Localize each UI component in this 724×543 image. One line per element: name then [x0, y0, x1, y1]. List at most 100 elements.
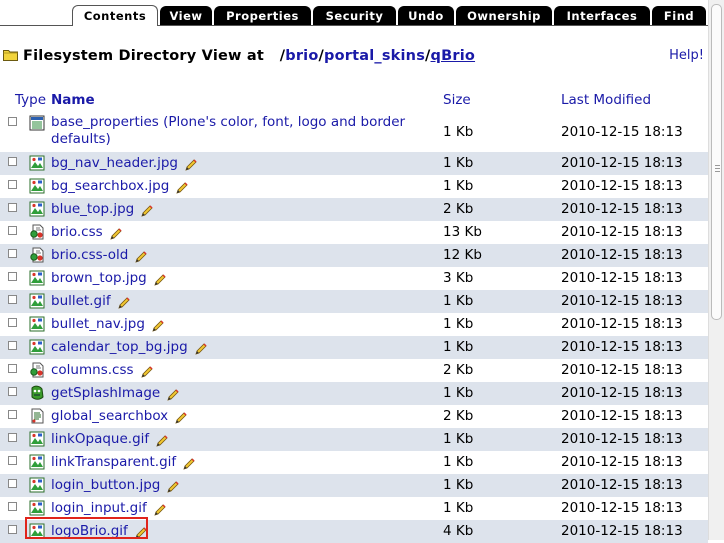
- file-link[interactable]: brio.css-old: [51, 247, 128, 263]
- tab-interfaces[interactable]: Interfaces: [554, 6, 650, 25]
- tab-find[interactable]: Find: [652, 6, 706, 25]
- pencil-icon[interactable]: [156, 435, 168, 447]
- column-type[interactable]: Type: [15, 92, 46, 108]
- file-link[interactable]: bg_nav_header.jpg: [51, 155, 178, 171]
- select-checkbox[interactable]: [8, 479, 17, 488]
- pencil-icon[interactable]: [167, 481, 179, 493]
- file-size: 1 Kb: [443, 500, 474, 516]
- pencil-icon[interactable]: [185, 159, 197, 171]
- table-row: bullet.gif 1 Kb 2010-12-15 18:13: [0, 290, 708, 313]
- tab-undo[interactable]: Undo: [398, 6, 454, 25]
- dtml-icon[interactable]: [29, 247, 45, 263]
- vertical-scrollbar[interactable]: [708, 0, 724, 540]
- pencil-icon[interactable]: [152, 320, 164, 332]
- file-link[interactable]: bg_searchbox.jpg: [51, 178, 169, 194]
- file-link[interactable]: global_searchbox: [51, 408, 168, 424]
- image-icon[interactable]: [29, 431, 45, 447]
- select-checkbox[interactable]: [8, 502, 17, 511]
- file-link[interactable]: linkOpaque.gif: [51, 431, 149, 447]
- pencil-icon[interactable]: [141, 205, 153, 217]
- pencil-icon[interactable]: [167, 389, 179, 401]
- file-link[interactable]: columns.css: [51, 362, 134, 378]
- template-icon[interactable]: [29, 408, 45, 424]
- file-name-cell: brown_top.jpg: [51, 270, 166, 286]
- column-size[interactable]: Size: [443, 92, 471, 108]
- pencil-icon[interactable]: [154, 274, 166, 286]
- file-link[interactable]: blue_top.jpg: [51, 201, 134, 217]
- select-checkbox[interactable]: [8, 318, 17, 327]
- breadcrumb-brio[interactable]: brio: [285, 48, 318, 64]
- select-checkbox[interactable]: [8, 341, 17, 350]
- properties-icon[interactable]: [29, 115, 45, 131]
- tab-ownership[interactable]: Ownership: [456, 6, 552, 25]
- file-link[interactable]: bullet.gif: [51, 293, 111, 309]
- file-modified: 2010-12-15 18:13: [561, 477, 683, 493]
- pencil-icon[interactable]: [135, 251, 147, 263]
- image-icon[interactable]: [29, 454, 45, 470]
- select-checkbox[interactable]: [8, 525, 17, 534]
- pencil-icon[interactable]: [117, 297, 130, 309]
- file-modified: 2010-12-15 18:13: [561, 270, 683, 286]
- file-size: 4 Kb: [443, 523, 474, 539]
- select-checkbox[interactable]: [8, 387, 17, 396]
- pencil-icon[interactable]: [175, 412, 187, 424]
- select-checkbox[interactable]: [8, 249, 17, 258]
- select-checkbox[interactable]: [8, 117, 17, 126]
- image-icon[interactable]: [29, 477, 45, 493]
- file-link[interactable]: brio.css: [51, 224, 103, 240]
- breadcrumb-portal-skins[interactable]: portal_skins: [324, 48, 425, 64]
- help-link[interactable]: Help!: [669, 48, 704, 63]
- column-modified[interactable]: Last Modified: [561, 92, 651, 108]
- select-checkbox[interactable]: [8, 433, 17, 442]
- tab-properties[interactable]: Properties: [214, 6, 311, 25]
- tab-contents[interactable]: Contents: [72, 5, 158, 26]
- table-row: linkTransparent.gif 1 Kb 2010-12-15 18:13: [0, 451, 708, 474]
- pencil-icon[interactable]: [110, 228, 122, 240]
- file-name-cell: bg_nav_header.jpg: [51, 155, 197, 171]
- file-link[interactable]: login_button.jpg: [51, 477, 160, 493]
- select-checkbox[interactable]: [8, 364, 17, 373]
- file-modified: 2010-12-15 18:13: [561, 454, 683, 470]
- image-icon[interactable]: [29, 293, 45, 309]
- file-name-cell: calendar_top_bg.jpg: [51, 339, 207, 355]
- file-link[interactable]: base_properties (Plone's color, font, lo…: [51, 114, 405, 147]
- image-icon[interactable]: [29, 500, 45, 516]
- file-link[interactable]: brown_top.jpg: [51, 270, 147, 286]
- pencil-icon[interactable]: [176, 182, 188, 194]
- image-icon[interactable]: [29, 201, 45, 217]
- pencil-icon[interactable]: [183, 458, 195, 470]
- pencil-icon[interactable]: [154, 504, 166, 516]
- select-checkbox[interactable]: [8, 456, 17, 465]
- dtml-icon[interactable]: [29, 362, 45, 378]
- breadcrumb-qbrio[interactable]: qBrio: [431, 48, 476, 64]
- image-icon[interactable]: [29, 339, 45, 355]
- column-name[interactable]: Name: [51, 92, 95, 108]
- file-link[interactable]: getSplashImage: [51, 385, 160, 401]
- file-link[interactable]: calendar_top_bg.jpg: [51, 339, 188, 355]
- pencil-icon[interactable]: [140, 366, 153, 378]
- select-checkbox[interactable]: [8, 410, 17, 419]
- file-link[interactable]: linkTransparent.gif: [51, 454, 176, 470]
- tab-view[interactable]: View: [160, 6, 212, 25]
- image-icon[interactable]: [29, 155, 45, 171]
- image-icon[interactable]: [29, 316, 45, 332]
- pencil-icon[interactable]: [195, 343, 207, 355]
- file-link[interactable]: bullet_nav.jpg: [51, 316, 145, 332]
- select-checkbox[interactable]: [8, 203, 17, 212]
- select-checkbox[interactable]: [8, 180, 17, 189]
- tab-security[interactable]: Security: [313, 6, 396, 25]
- select-checkbox[interactable]: [8, 226, 17, 235]
- select-checkbox[interactable]: [8, 272, 17, 281]
- file-name-cell: bullet_nav.jpg: [51, 316, 164, 332]
- dtml-icon[interactable]: [29, 224, 45, 240]
- file-name-cell: bullet.gif: [51, 293, 130, 309]
- select-checkbox[interactable]: [8, 295, 17, 304]
- script-icon[interactable]: [29, 385, 45, 401]
- select-checkbox[interactable]: [8, 157, 17, 166]
- scrollbar-thumb[interactable]: [711, 4, 722, 320]
- image-icon[interactable]: [29, 178, 45, 194]
- image-icon[interactable]: [29, 270, 45, 286]
- file-modified: 2010-12-15 18:13: [561, 431, 683, 447]
- file-link[interactable]: login_input.gif: [51, 500, 147, 516]
- file-name-cell: linkTransparent.gif: [51, 454, 195, 470]
